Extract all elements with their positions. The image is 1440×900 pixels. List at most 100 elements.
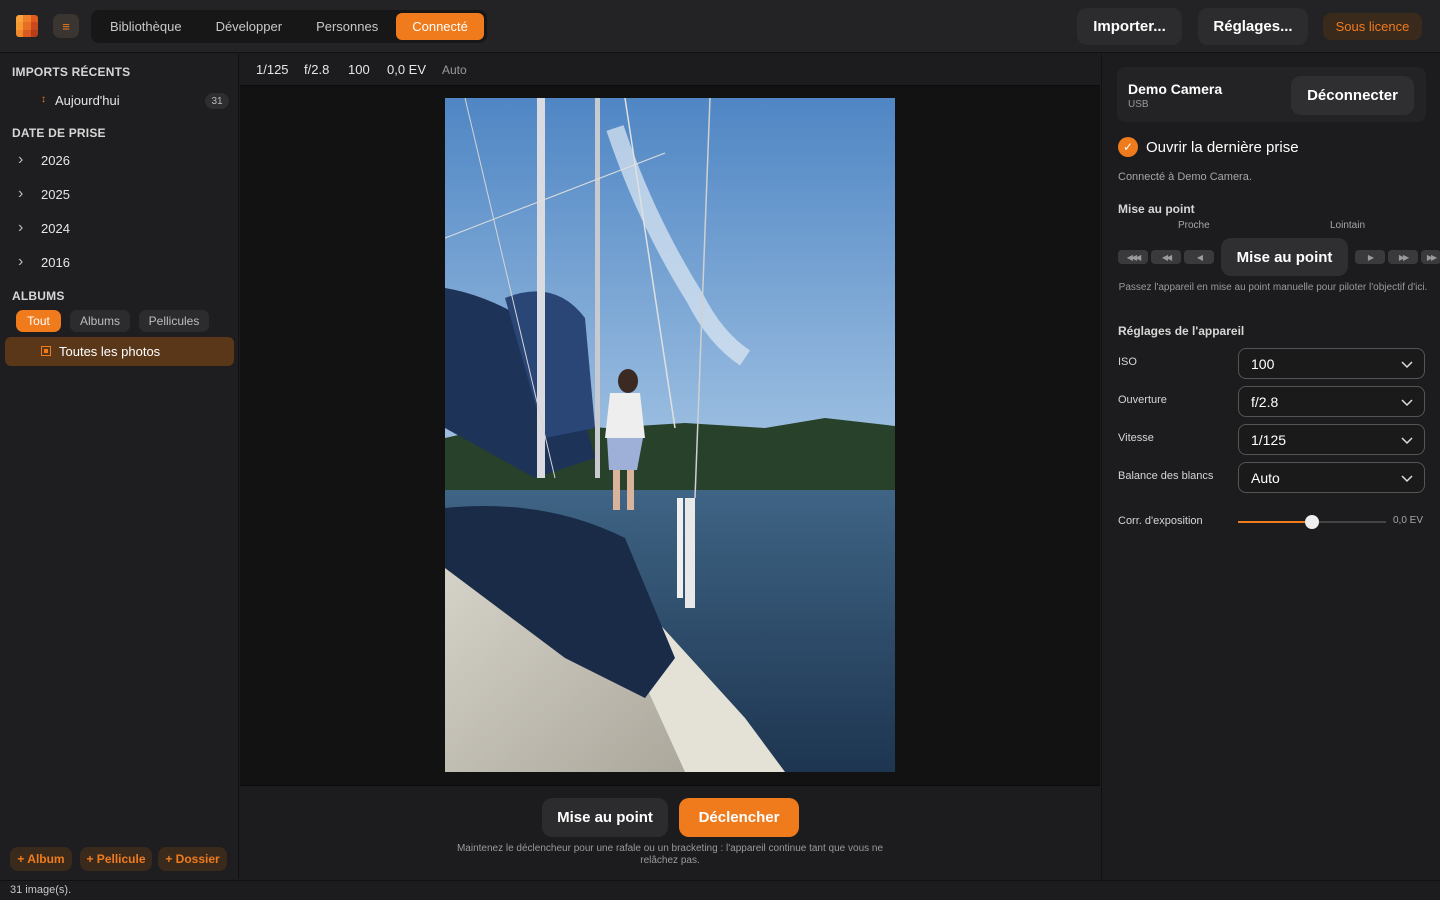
exposure-slider-handle[interactable] bbox=[1305, 515, 1319, 529]
chevron-right-icon: › bbox=[18, 219, 24, 236]
sidebar: IMPORTS RÉCENTS ↕ Aujourd'hui 31 DATE DE… bbox=[0, 54, 239, 879]
exposure-info-bar: 1/125 f/2.8 100 0,0 EV Auto bbox=[240, 54, 1100, 86]
live-view-photo bbox=[445, 98, 895, 772]
chevron-down-icon bbox=[1401, 475, 1413, 483]
focus-near-medium-button[interactable]: ◀◀ bbox=[1151, 250, 1181, 264]
iso-value: 100 bbox=[1251, 356, 1275, 372]
albums-title: ALBUMS bbox=[12, 289, 65, 303]
hamburger-icon: ≡ bbox=[62, 18, 70, 34]
camera-settings-title: Réglages de l'appareil bbox=[1118, 324, 1245, 338]
camera-name: Demo Camera bbox=[1128, 81, 1223, 97]
status-bar: 31 image(s). bbox=[0, 880, 1440, 900]
settings-button[interactable]: Réglages... bbox=[1198, 8, 1308, 45]
chevron-right-icon: › bbox=[18, 185, 24, 202]
exposure-slider-fill bbox=[1238, 521, 1312, 523]
import-icon: ↕ bbox=[41, 94, 46, 105]
album-icon bbox=[41, 346, 51, 356]
capture-date-title: DATE DE PRISE bbox=[12, 126, 106, 140]
camera-connection: USB bbox=[1128, 99, 1149, 110]
open-last-checkbox[interactable]: ✓ bbox=[1118, 137, 1138, 157]
year-label: 2025 bbox=[41, 187, 70, 202]
count-badge: 31 bbox=[205, 93, 229, 109]
add-album-button[interactable]: + Album bbox=[10, 847, 72, 871]
aperture-value: f/2.8 bbox=[1251, 394, 1279, 410]
year-row-2016[interactable]: › 2016 bbox=[0, 251, 239, 275]
tab-develop[interactable]: Développer bbox=[200, 13, 299, 40]
filter-all[interactable]: Tout bbox=[16, 310, 61, 332]
shutter-speed-value: 1/125 bbox=[1251, 432, 1287, 448]
license-button[interactable]: Sous licence bbox=[1323, 13, 1422, 40]
exposure-comp-label: Corr. d'exposition bbox=[1118, 515, 1203, 527]
add-roll-button[interactable]: + Pellicule bbox=[80, 847, 152, 871]
year-label: 2016 bbox=[41, 255, 70, 270]
tab-connected[interactable]: Connecté bbox=[396, 13, 484, 40]
checkmark-icon: ✓ bbox=[1122, 140, 1134, 154]
shutter-speed-select[interactable]: 1/125 bbox=[1238, 424, 1425, 455]
double-right-arrow-icon: ▶▶ bbox=[1398, 252, 1409, 262]
recent-import-label: Aujourd'hui bbox=[55, 93, 120, 108]
year-row-2026[interactable]: › 2026 bbox=[0, 149, 239, 173]
far-label: Lointain bbox=[1330, 220, 1366, 231]
exposure-comp-value: 0,0 EV bbox=[1393, 515, 1424, 526]
app-logo bbox=[16, 15, 38, 37]
focus-far-medium-button[interactable]: ▶▶ bbox=[1388, 250, 1418, 264]
iso-label: ISO bbox=[1118, 356, 1137, 368]
recent-import-today[interactable]: ↕ Aujourd'hui 31 bbox=[0, 90, 239, 112]
focus-hint: Passez l'appareil en mise au point manue… bbox=[1118, 282, 1428, 293]
import-button[interactable]: Importer... bbox=[1077, 8, 1182, 45]
add-folder-button[interactable]: + Dossier bbox=[158, 847, 227, 871]
image-count: 31 image(s). bbox=[10, 884, 72, 896]
live-view-area: 1/125 f/2.8 100 0,0 EV Auto Mise au poin… bbox=[240, 54, 1100, 879]
focus-near-small-button[interactable]: ◀ bbox=[1184, 250, 1214, 264]
right-arrow-icon: ▶ bbox=[1367, 252, 1374, 262]
camera-card: Demo Camera USB Déconnecter bbox=[1117, 67, 1426, 122]
year-label: 2024 bbox=[41, 221, 70, 236]
aperture-select[interactable]: f/2.8 bbox=[1238, 386, 1425, 417]
shutter-readout: 1/125 bbox=[256, 62, 289, 77]
year-row-2024[interactable]: › 2024 bbox=[0, 217, 239, 241]
left-arrow-icon: ◀ bbox=[1196, 252, 1203, 262]
wb-readout: Auto bbox=[442, 63, 467, 77]
shutter-button[interactable]: Déclencher bbox=[679, 798, 799, 837]
year-label: 2026 bbox=[41, 153, 70, 168]
main-nav: Bibliothèque Développer Personnes Connec… bbox=[91, 10, 487, 43]
camera-panel: Demo Camera USB Déconnecter ✓ Ouvrir la … bbox=[1101, 54, 1440, 879]
iso-readout: 100 bbox=[348, 62, 370, 77]
open-last-label: Ouvrir la dernière prise bbox=[1146, 139, 1299, 156]
iso-select[interactable]: 100 bbox=[1238, 348, 1425, 379]
focus-far-small-button[interactable]: ▶ bbox=[1355, 250, 1385, 264]
focus-near-large-button[interactable]: ◀◀◀ bbox=[1118, 250, 1148, 264]
filter-albums[interactable]: Albums bbox=[70, 310, 130, 332]
triple-left-arrow-icon: ◀◀◀ bbox=[1126, 252, 1142, 262]
chevron-down-icon bbox=[1401, 437, 1413, 445]
menu-button[interactable]: ≡ bbox=[53, 14, 79, 38]
tab-library[interactable]: Bibliothèque bbox=[94, 13, 198, 40]
aperture-label: Ouverture bbox=[1118, 394, 1167, 406]
capture-panel: Mise au point Déclencher Maintenez le dé… bbox=[240, 785, 1100, 879]
autofocus-button[interactable]: Mise au point bbox=[542, 798, 668, 837]
triple-right-arrow-icon: ▶▶ bbox=[1426, 252, 1437, 262]
connection-status: Connecté à Demo Camera. bbox=[1118, 171, 1252, 183]
white-balance-value: Auto bbox=[1251, 470, 1280, 486]
white-balance-label: Balance des blancs bbox=[1118, 470, 1214, 482]
shutter-speed-label: Vitesse bbox=[1118, 432, 1154, 444]
chevron-down-icon bbox=[1401, 399, 1413, 407]
near-label: Proche bbox=[1178, 220, 1210, 231]
recent-imports-title: IMPORTS RÉCENTS bbox=[12, 65, 131, 79]
focus-far-large-button[interactable]: ▶▶ bbox=[1421, 250, 1440, 264]
aperture-readout: f/2.8 bbox=[304, 62, 330, 77]
chevron-right-icon: › bbox=[18, 151, 24, 168]
album-all-photos[interactable]: Toutes les photos bbox=[5, 337, 234, 366]
focus-section-title: Mise au point bbox=[1118, 202, 1195, 216]
focus-button[interactable]: Mise au point bbox=[1221, 238, 1348, 276]
year-row-2025[interactable]: › 2025 bbox=[0, 183, 239, 207]
chevron-down-icon bbox=[1401, 361, 1413, 369]
chevron-right-icon: › bbox=[18, 253, 24, 270]
tab-people[interactable]: Personnes bbox=[300, 13, 394, 40]
filter-rolls[interactable]: Pellicules bbox=[139, 310, 209, 332]
album-label: Toutes les photos bbox=[59, 344, 161, 359]
shutter-hint: Maintenez le déclencheur pour une rafale… bbox=[456, 843, 884, 866]
white-balance-select[interactable]: Auto bbox=[1238, 462, 1425, 493]
disconnect-button[interactable]: Déconnecter bbox=[1291, 76, 1414, 115]
ev-readout: 0,0 EV bbox=[387, 62, 427, 77]
